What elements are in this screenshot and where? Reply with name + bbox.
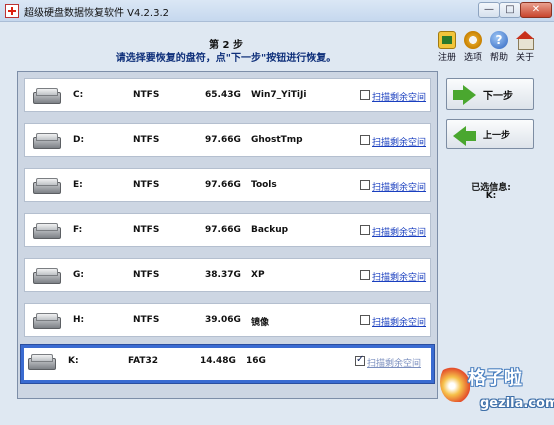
file-system: NTFS bbox=[133, 90, 160, 100]
options-button[interactable]: 选项 bbox=[460, 31, 486, 63]
drive-letter: H: bbox=[73, 315, 85, 325]
watermark-site: gezila.com bbox=[480, 396, 554, 411]
partition-row-d[interactable]: D: NTFS 97.66G GhostTmp 扫描剩余空间 bbox=[24, 123, 431, 157]
volume-label: 16G bbox=[246, 356, 266, 366]
about-button[interactable]: 关于 bbox=[512, 31, 538, 63]
scan-free-space-checkbox[interactable] bbox=[360, 135, 370, 145]
scan-free-space-checkbox[interactable] bbox=[360, 90, 370, 100]
register-label: 注册 bbox=[437, 53, 456, 63]
file-system: NTFS bbox=[133, 180, 160, 190]
scan-free-space-link[interactable]: 扫描剩余空间 bbox=[367, 356, 421, 369]
maximize-button[interactable]: □ bbox=[499, 2, 521, 18]
selection-info-value: K: bbox=[485, 191, 497, 201]
register-button[interactable]: 注册 bbox=[434, 31, 460, 63]
hard-disk-icon bbox=[33, 268, 61, 284]
next-step-label: 下一步 bbox=[483, 91, 513, 102]
scan-free-space-link[interactable]: 扫描剩余空间 bbox=[372, 90, 426, 103]
partition-size: 65.43G bbox=[205, 90, 241, 100]
hard-disk-icon bbox=[33, 223, 61, 239]
scan-free-space-link[interactable]: 扫描剩余空间 bbox=[372, 270, 426, 283]
help-icon: ? bbox=[490, 31, 508, 49]
swirl-logo-icon bbox=[440, 362, 470, 402]
about-label: 关于 bbox=[515, 53, 534, 63]
scan-free-space-checkbox[interactable] bbox=[360, 180, 370, 190]
partition-size: 97.66G bbox=[205, 135, 241, 145]
house-icon bbox=[516, 31, 534, 50]
partition-size: 97.66G bbox=[205, 225, 241, 235]
partition-row-g[interactable]: G: NTFS 38.37G XP 扫描剩余空间 bbox=[24, 258, 431, 292]
partition-size: 14.48G bbox=[200, 356, 236, 366]
title-bar: 超级硬盘数据恢复软件 V4.2.3.2 — □ ✕ bbox=[0, 0, 554, 22]
hard-disk-icon bbox=[33, 313, 61, 329]
volume-label: XP bbox=[251, 270, 265, 280]
partition-size: 38.37G bbox=[205, 270, 241, 280]
drive-letter: E: bbox=[73, 180, 83, 190]
step-instruction: 请选择要恢复的盘符，点"下一步"按钮进行恢复。 bbox=[115, 53, 337, 64]
volume-label: Win7_YiTiJi bbox=[251, 90, 307, 100]
scan-free-space-link[interactable]: 扫描剩余空间 bbox=[372, 225, 426, 238]
drive-letter: K: bbox=[68, 356, 79, 366]
partition-row-k[interactable]: K: FAT32 14.48G 16G 扫描剩余空间 bbox=[20, 344, 435, 384]
partition-list: C: NTFS 65.43G Win7_YiTiJi 扫描剩余空间 D: NTF… bbox=[17, 71, 438, 399]
scan-free-space-checkbox[interactable] bbox=[360, 315, 370, 325]
scan-free-space-link[interactable]: 扫描剩余空间 bbox=[372, 135, 426, 148]
watermark-logo: 格子啦 gezila.com bbox=[440, 358, 554, 420]
hard-disk-icon bbox=[28, 354, 56, 370]
previous-step-button[interactable]: 上一步 bbox=[446, 119, 534, 149]
toolbar: 注册 选项 ? 帮助 关于 bbox=[434, 31, 551, 67]
partition-row-h[interactable]: H: NTFS 39.06G 镜像 扫描剩余空间 bbox=[24, 303, 431, 337]
window-title: 超级硬盘数据恢复软件 V4.2.3.2 bbox=[24, 8, 170, 19]
partition-row-f[interactable]: F: NTFS 97.66G Backup 扫描剩余空间 bbox=[24, 213, 431, 247]
partition-row-e[interactable]: E: NTFS 97.66G Tools 扫描剩余空间 bbox=[24, 168, 431, 202]
options-label: 选项 bbox=[463, 53, 482, 63]
drive-letter: F: bbox=[73, 225, 83, 235]
drive-letter: G: bbox=[73, 270, 84, 280]
register-icon bbox=[438, 31, 456, 49]
partition-size: 97.66G bbox=[205, 180, 241, 190]
volume-label: Tools bbox=[251, 180, 277, 190]
gear-icon bbox=[464, 31, 482, 49]
scan-free-space-checkbox[interactable] bbox=[360, 270, 370, 280]
hard-disk-icon bbox=[33, 133, 61, 149]
partition-size: 39.06G bbox=[205, 315, 241, 325]
volume-label: GhostTmp bbox=[251, 135, 303, 145]
volume-label: Backup bbox=[251, 225, 289, 235]
file-system: NTFS bbox=[133, 315, 160, 325]
arrow-left-icon bbox=[453, 126, 477, 146]
app-icon bbox=[5, 4, 19, 18]
scan-free-space-checkbox[interactable] bbox=[360, 225, 370, 235]
hard-disk-icon bbox=[33, 178, 61, 194]
drive-letter: D: bbox=[73, 135, 85, 145]
partition-row-c[interactable]: C: NTFS 65.43G Win7_YiTiJi 扫描剩余空间 bbox=[24, 78, 431, 112]
help-label: 帮助 bbox=[489, 53, 508, 63]
next-step-button[interactable]: 下一步 bbox=[446, 78, 534, 110]
minimize-button[interactable]: — bbox=[478, 2, 500, 18]
hard-disk-icon bbox=[33, 88, 61, 104]
file-system: NTFS bbox=[133, 135, 160, 145]
scan-free-space-link[interactable]: 扫描剩余空间 bbox=[372, 315, 426, 328]
previous-step-label: 上一步 bbox=[483, 131, 511, 141]
close-button[interactable]: ✕ bbox=[520, 2, 552, 18]
scan-free-space-link[interactable]: 扫描剩余空间 bbox=[372, 180, 426, 193]
file-system: FAT32 bbox=[128, 356, 159, 366]
scan-free-space-checkbox[interactable] bbox=[355, 354, 365, 366]
help-button[interactable]: ? 帮助 bbox=[486, 31, 512, 63]
volume-label: 镜像 bbox=[251, 318, 270, 328]
watermark-brand: 格子啦 bbox=[468, 368, 522, 389]
file-system: NTFS bbox=[133, 225, 160, 235]
arrow-right-icon bbox=[453, 85, 477, 105]
drive-letter: C: bbox=[73, 90, 84, 100]
file-system: NTFS bbox=[133, 270, 160, 280]
